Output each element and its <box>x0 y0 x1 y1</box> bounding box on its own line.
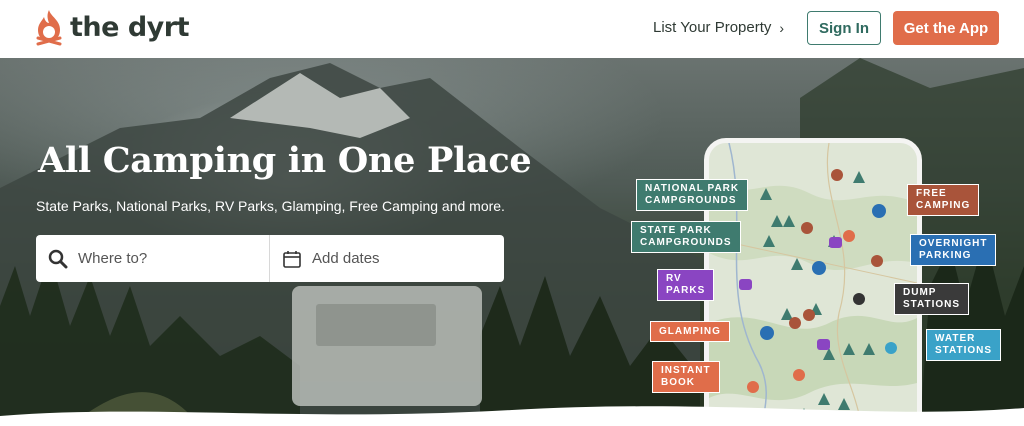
label-line: CAMPGROUNDS <box>645 195 737 206</box>
list-property-label: List Your Property <box>653 19 772 36</box>
logo[interactable]: the dyrt <box>34 8 190 46</box>
get-the-app-button[interactable]: Get the App <box>893 11 999 45</box>
overnight-parking-label: OVERNIGHT PARKING <box>910 234 997 266</box>
label-line: GLAMPING <box>659 325 721 337</box>
rv-parks-label: RV PARKS <box>657 269 715 301</box>
label-line: STATE PARK <box>640 225 712 236</box>
label-line: FREE <box>916 188 947 199</box>
hero-banner: All Camping in One Place State Parks, Na… <box>0 58 1024 426</box>
dump-stations-label: DUMP STATIONS <box>894 283 970 315</box>
sign-in-button[interactable]: Sign In <box>807 11 881 45</box>
chevron-right-icon: › <box>779 19 785 36</box>
calendar-icon <box>283 250 301 268</box>
campground-search-bar: Add dates <box>36 235 504 282</box>
site-header: the dyrt List Your Property › Sign In Ge… <box>0 0 1024 58</box>
logo-text: the dyrt <box>70 11 190 43</box>
label-line: INSTANT <box>661 365 711 376</box>
national-park-campgrounds-label: NATIONAL PARK CAMPGROUNDS <box>636 179 749 211</box>
date-picker[interactable]: Add dates <box>270 235 504 282</box>
label-line: NATIONAL PARK <box>645 183 740 194</box>
water-stations-label: WATER STATIONS <box>926 329 1002 361</box>
label-line: PARKS <box>666 285 706 296</box>
label-line: CAMPING <box>916 200 971 211</box>
label-line: WATER <box>935 333 976 344</box>
instant-book-label: INSTANT BOOK <box>652 361 720 393</box>
rv-vehicle-photo <box>292 286 482 406</box>
hero-subheadline: State Parks, National Parks, RV Parks, G… <box>36 198 505 214</box>
where-to-input[interactable] <box>78 250 228 267</box>
state-park-campgrounds-label: STATE PARK CAMPGROUNDS <box>631 221 741 253</box>
glamping-label: GLAMPING <box>650 321 730 342</box>
free-camping-label: FREE CAMPING <box>907 184 980 216</box>
label-line: STATIONS <box>935 345 993 356</box>
hero-headline: All Camping in One Place <box>38 140 532 181</box>
location-search[interactable] <box>36 235 270 282</box>
label-line: CAMPGROUNDS <box>640 237 732 248</box>
label-line: STATIONS <box>903 299 961 310</box>
label-line: RV <box>666 273 682 284</box>
list-property-link[interactable]: List Your Property › <box>653 19 784 36</box>
wave-divider <box>0 406 1024 426</box>
label-line: BOOK <box>661 377 695 388</box>
label-line: PARKING <box>919 250 972 261</box>
add-dates-label: Add dates <box>312 250 380 267</box>
label-line: DUMP <box>903 287 937 298</box>
campfire-icon <box>36 10 62 46</box>
label-line: OVERNIGHT <box>919 238 988 249</box>
search-icon <box>48 249 68 268</box>
